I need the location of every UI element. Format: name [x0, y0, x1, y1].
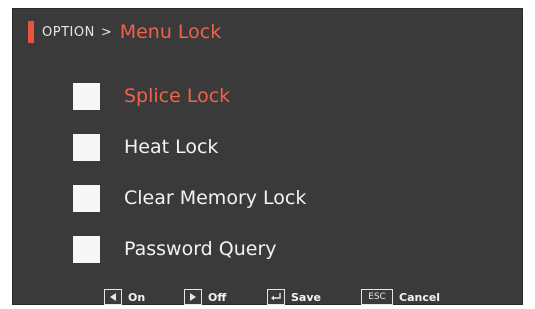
password-query-label: Password Query [124, 238, 277, 260]
right-arrow-key [184, 289, 202, 305]
menu-lock-screen: OPTION > Menu Lock Splice Lock Heat Lock… [12, 8, 523, 305]
menu-item-splice-lock[interactable]: Splice Lock [73, 79, 373, 113]
left-arrow-key [104, 289, 122, 305]
heat-lock-checkbox[interactable] [73, 133, 100, 161]
hint-cancel-label: Cancel [399, 290, 441, 304]
breadcrumb-option: OPTION [42, 24, 95, 40]
clear-memory-lock-label: Clear Memory Lock [124, 187, 307, 209]
menu-item-password-query[interactable]: Password Query [73, 232, 373, 266]
header-accent-bar [28, 21, 34, 43]
header: OPTION > Menu Lock [28, 20, 221, 44]
footer-hints: On Off Save ESC Cancel [13, 288, 522, 306]
right-arrow-icon [190, 293, 196, 301]
esc-key: ESC [361, 289, 393, 305]
enter-key-icon [271, 293, 281, 301]
hint-save-label: Save [291, 290, 321, 304]
hint-on[interactable]: On [104, 288, 145, 306]
hint-off[interactable]: Off [184, 288, 226, 306]
clear-memory-lock-checkbox[interactable] [73, 184, 100, 212]
menu-item-heat-lock[interactable]: Heat Lock [73, 130, 373, 164]
splice-lock-label: Splice Lock [124, 85, 231, 107]
splice-lock-checkbox[interactable] [73, 82, 100, 110]
hint-off-label: Off [208, 290, 227, 304]
enter-key [267, 289, 285, 305]
breadcrumb-separator: > [100, 24, 112, 40]
left-arrow-icon [110, 293, 116, 301]
hint-on-label: On [128, 290, 146, 304]
menu-item-clear-memory-lock[interactable]: Clear Memory Lock [73, 181, 373, 215]
password-query-checkbox[interactable] [73, 235, 100, 263]
page-title: Menu Lock [119, 21, 222, 43]
hint-cancel[interactable]: ESC Cancel [361, 288, 440, 306]
hint-save[interactable]: Save [267, 288, 321, 306]
heat-lock-label: Heat Lock [124, 136, 219, 158]
